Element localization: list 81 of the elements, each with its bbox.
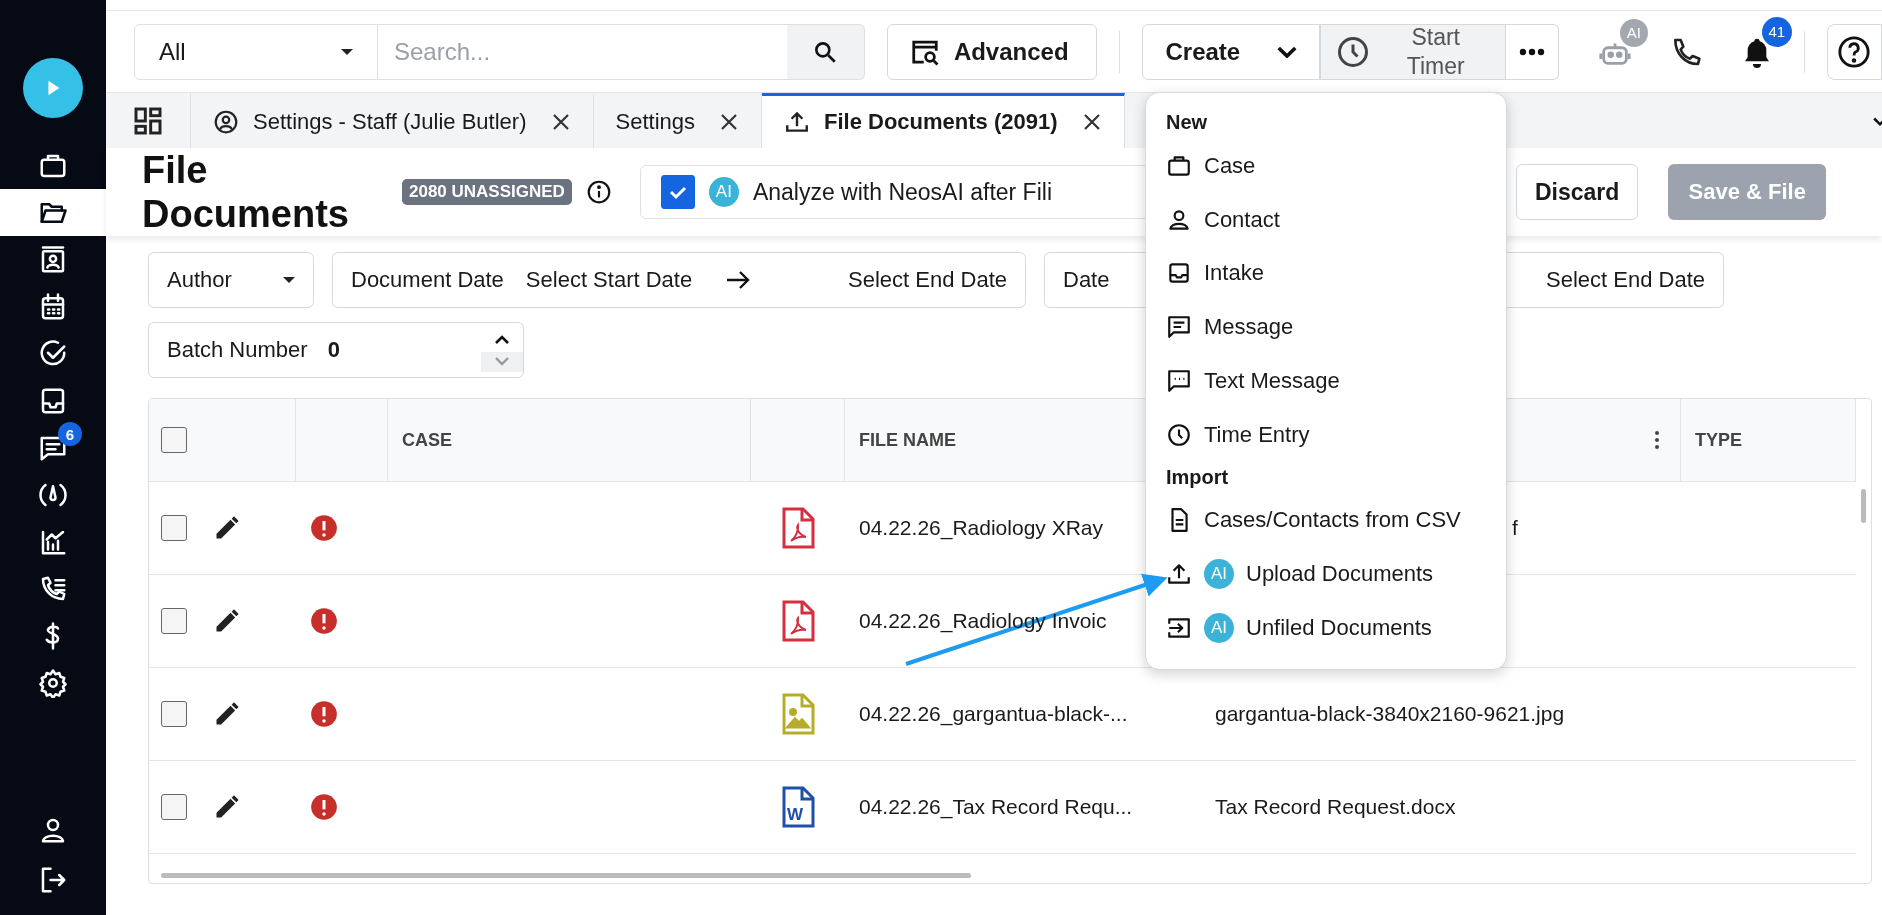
info-icon[interactable] <box>585 179 612 205</box>
menu-item[interactable]: Text Message <box>1166 354 1486 408</box>
tab-label: Settings - Staff (Julie Butler) <box>253 109 527 135</box>
page-title: File Documents <box>142 148 350 236</box>
unassigned-count-badge: 2080 UNASSIGNED <box>402 179 572 205</box>
file-name[interactable]: 04.22.26_Tax Record Requ... <box>859 795 1133 819</box>
menu-item[interactable]: Message <box>1166 300 1486 355</box>
filter-label: Document Date <box>351 267 504 293</box>
caret-icon <box>283 277 295 283</box>
search-button[interactable] <box>786 23 865 80</box>
tab[interactable]: Settings - Staff (Julie Butler) <box>191 93 594 148</box>
upload-icon <box>784 109 810 135</box>
original-file-name: gargantua-black-3840x2160-9621.jpg <box>1215 702 1565 726</box>
tab-label: Settings <box>615 109 695 135</box>
menu-item[interactable]: AI Unfiled Documents <box>1166 601 1486 655</box>
sidebar-item[interactable]: 6 <box>0 424 106 471</box>
tab-label: File Documents (2091) <box>824 109 1058 135</box>
more-button[interactable] <box>1505 23 1559 80</box>
column-header[interactable]: FILE NAME <box>859 429 956 451</box>
filter-label: Date <box>1063 267 1110 293</box>
help-button[interactable] <box>1826 23 1882 80</box>
image-file-icon <box>781 693 815 735</box>
caret-icon <box>341 48 353 55</box>
row-checkbox[interactable] <box>161 794 187 820</box>
checkbox[interactable] <box>660 175 695 209</box>
file-name[interactable]: 04.22.26_Radiology XRay <box>859 516 1103 540</box>
more-icon <box>1518 47 1545 56</box>
unread-badge: 6 <box>58 422 82 446</box>
row-checkbox[interactable] <box>161 608 187 634</box>
discard-button[interactable]: Discard <box>1515 164 1639 220</box>
start-timer-button[interactable]: Start Timer <box>1319 23 1506 80</box>
start-date-field[interactable]: Select Start Date <box>525 267 693 293</box>
chevron-down-icon <box>1276 45 1297 58</box>
select-all-checkbox[interactable] <box>161 427 187 453</box>
end-date-field[interactable]: Select End Date <box>1546 267 1705 293</box>
menu-section-heading: New <box>1166 110 1209 136</box>
file-name[interactable]: 04.22.26_gargantua-black-... <box>859 702 1128 726</box>
settings-icon <box>38 667 68 698</box>
pdf-file-icon <box>781 600 815 642</box>
batch-number-field[interactable]: Batch Number 0 <box>148 322 524 378</box>
close-icon[interactable] <box>550 112 571 132</box>
analyze-label: Analyze with NeosAI after Fili <box>752 178 1052 206</box>
close-icon[interactable] <box>719 112 739 132</box>
word-file-letter: W <box>787 805 804 825</box>
menu-item[interactable]: AI Upload Documents <box>1166 547 1486 602</box>
help-icon <box>1837 34 1872 69</box>
notification-count-badge: 41 <box>1761 16 1792 47</box>
scope-dropdown[interactable]: All <box>134 23 378 80</box>
user-circle-icon <box>213 109 239 135</box>
original-file-name: Tax Record Request.docx <box>1215 795 1456 819</box>
ai-badge: AI <box>708 177 739 207</box>
clock-icon <box>1166 421 1192 448</box>
close-icon[interactable] <box>1081 112 1102 132</box>
menu-item[interactable]: Cases/Contacts from CSV <box>1166 493 1486 548</box>
message-icon <box>1166 314 1192 341</box>
menu-item[interactable]: Time Entry <box>1166 407 1486 462</box>
tab[interactable]: File Documents (2091) <box>762 93 1125 148</box>
advanced-search-button[interactable]: Advanced <box>886 23 1098 80</box>
field-label: Batch Number <box>167 337 308 363</box>
column-menu-icon[interactable] <box>1654 430 1660 450</box>
pdf-file-icon <box>781 507 815 549</box>
row-checkbox[interactable] <box>161 515 187 541</box>
ai-badge: AI <box>1204 559 1234 590</box>
column-header[interactable]: CASE <box>402 429 452 451</box>
end-date-field[interactable]: Select End Date <box>848 267 1007 293</box>
text-message-icon <box>1166 367 1192 394</box>
document-date-filter[interactable]: Document Date Select Start Date Select End Date <box>332 252 1026 308</box>
author-dropdown[interactable]: Author <box>148 252 314 308</box>
menu-section-heading: Import <box>1166 465 1230 491</box>
original-file-name: f <box>1512 516 1518 540</box>
word-file-icon <box>781 786 815 828</box>
column-header[interactable]: TYPE <box>1695 429 1742 451</box>
ai-badge: AI <box>1619 18 1648 47</box>
menu-item[interactable]: Intake <box>1166 246 1486 301</box>
search-field[interactable]: Search... <box>378 23 787 80</box>
field-value: 0 <box>327 337 340 363</box>
create-button[interactable]: Create <box>1142 23 1320 80</box>
sidebar-item[interactable] <box>0 189 106 236</box>
logo-icon[interactable] <box>23 58 83 118</box>
ai-badge: AI <box>1204 613 1234 644</box>
row-checkbox[interactable] <box>161 701 187 727</box>
